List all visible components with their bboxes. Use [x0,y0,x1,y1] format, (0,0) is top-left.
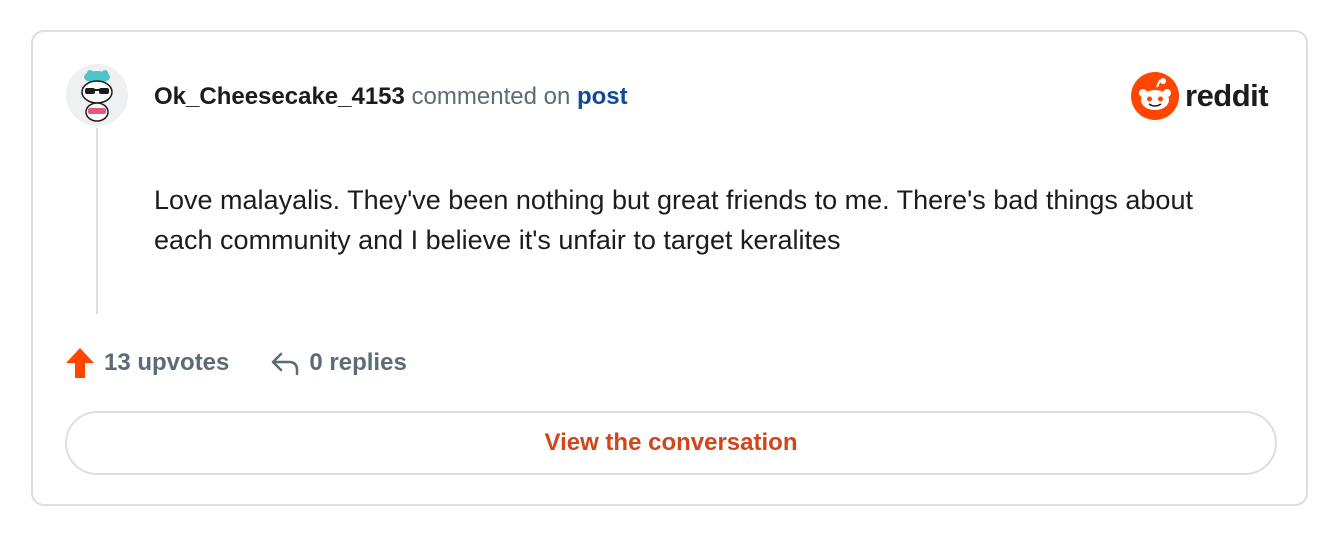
comment-header: Ok_Cheesecake_4153 commented on post [154,82,628,112]
thread-line [96,128,98,314]
upvotes[interactable]: 13 upvotes [64,346,229,380]
reddit-wordmark: reddit [1185,78,1269,113]
snoo-avatar-icon [66,64,128,126]
replies-label: 0 replies [309,349,407,376]
username[interactable]: Ok_Cheesecake_4153 [154,83,405,110]
user-avatar[interactable] [66,64,128,126]
reply-arrow-icon [272,352,299,376]
upvotes-label: 13 upvotes [104,349,230,376]
action-text: commented on [411,83,571,110]
comment-stats: 13 upvotes 0 replies [64,346,407,380]
reddit-snoo-icon [1131,72,1179,120]
comment-body: Love malayalis. They've been nothing but… [154,185,1193,255]
reddit-logo[interactable]: reddit [1131,72,1269,120]
post-link[interactable]: post [577,83,628,110]
replies[interactable]: 0 replies [269,348,407,378]
upvote-arrow-icon [66,348,94,378]
view-conversation-button[interactable]: View the conversation [65,411,1277,475]
